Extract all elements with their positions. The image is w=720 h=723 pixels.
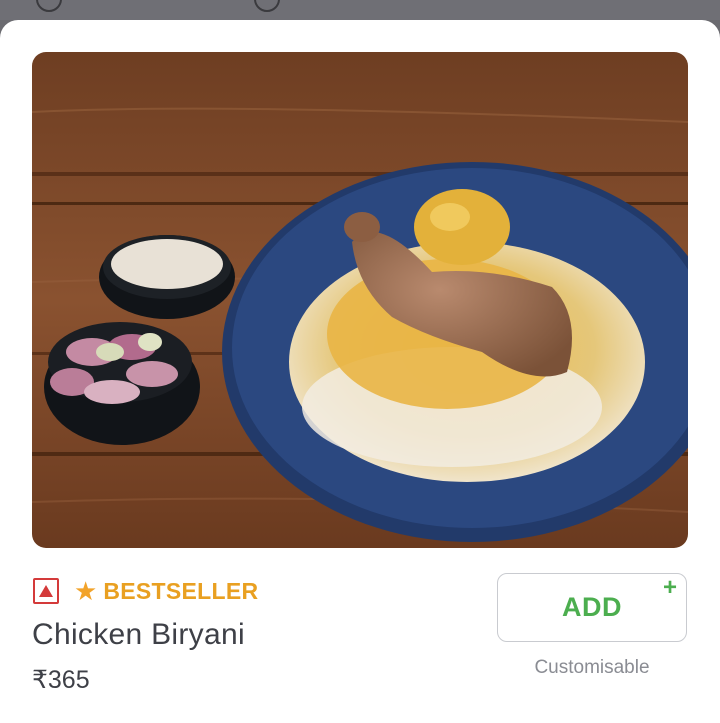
biryani-photo <box>32 52 688 548</box>
item-price: ₹365 <box>32 666 90 694</box>
non-veg-indicator-icon <box>33 578 59 604</box>
bestseller-label: BESTSELLER <box>103 577 259 604</box>
bestseller-badge: ★ BESTSELLER <box>74 575 258 607</box>
add-button[interactable]: ADD + <box>497 573 687 642</box>
item-detail-sheet: ★ BESTSELLER Chicken Biryani ₹365 ADD + … <box>0 20 720 723</box>
top-control-icon <box>254 0 280 12</box>
star-icon: ★ <box>74 576 98 606</box>
item-name: Chicken Biryani <box>32 618 245 651</box>
top-control-icon <box>36 0 62 12</box>
background-overlay <box>0 0 720 20</box>
add-button-label: ADD <box>562 592 622 622</box>
triangle-icon <box>39 585 53 597</box>
customisable-note: Customisable <box>534 657 650 678</box>
plus-icon: + <box>662 574 677 601</box>
item-photo <box>32 52 688 548</box>
